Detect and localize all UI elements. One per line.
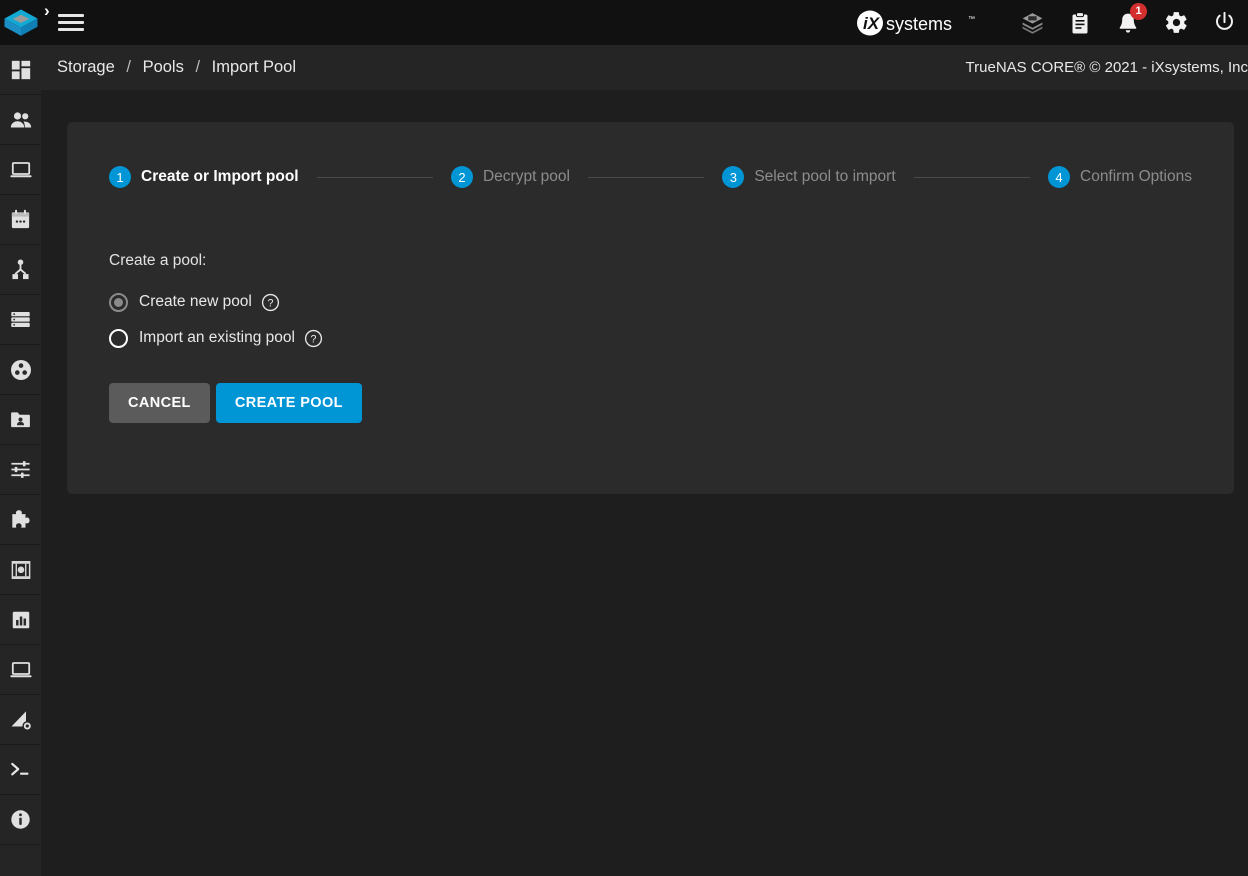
tasks-calendar-icon xyxy=(11,209,30,229)
clipboard-icon-button[interactable] xyxy=(1056,0,1104,45)
breadcrumb-item-pools[interactable]: Pools xyxy=(143,58,184,76)
sidebar-item-apps[interactable] xyxy=(0,695,41,745)
reporting-chart-icon xyxy=(12,611,29,628)
wizard-step-3-number: 3 xyxy=(722,166,745,188)
wizard-step-2[interactable]: 2 Decrypt pool xyxy=(450,166,570,188)
wizard-step-3[interactable]: 3 Select pool to import xyxy=(722,166,896,188)
sidebar-item-accounts[interactable] xyxy=(0,95,41,145)
radio-create-new-pool-control[interactable] xyxy=(109,292,128,312)
ixsystems-logo: iX systems ™ xyxy=(856,10,978,36)
cancel-button[interactable]: CANCEL xyxy=(109,383,210,423)
sidebar-item-guide[interactable] xyxy=(0,795,41,845)
settings-gear-button[interactable] xyxy=(1152,0,1200,45)
radio-create-new-pool[interactable]: Create new pool ? xyxy=(109,288,1189,316)
sidebar-item-system[interactable] xyxy=(0,145,41,195)
gear-icon xyxy=(1165,12,1187,33)
breadcrumb-item-storage[interactable]: Storage xyxy=(57,58,115,76)
radio-import-existing-pool[interactable]: Import an existing pool ? xyxy=(109,324,1189,352)
breadcrumb-bar: Storage / Pools / Import Pool TrueNAS CO… xyxy=(41,45,1248,90)
top-app-bar: › iX systems ™ 1 xyxy=(0,0,1248,45)
wizard-step-1[interactable]: 1 Create or Import pool xyxy=(109,166,299,188)
radio-import-existing-pool-control[interactable] xyxy=(109,328,128,348)
svg-text:?: ? xyxy=(310,333,316,345)
create-pool-button[interactable]: CREATE POOL xyxy=(215,383,362,423)
sidebar-item-directory-services[interactable] xyxy=(0,345,41,395)
wizard-step-4-number: 4 xyxy=(1048,166,1070,188)
truenas-logo-icon xyxy=(4,9,37,36)
sidebar-item-shell[interactable] xyxy=(0,745,41,795)
help-circle-icon: ? xyxy=(261,293,279,311)
wizard-actions: CANCEL CREATE POOL xyxy=(109,383,362,423)
primary-sidebar xyxy=(0,45,41,876)
storage-server-icon xyxy=(11,312,30,327)
layers-icon xyxy=(1022,13,1042,34)
sidebar-item-sharing[interactable] xyxy=(0,395,41,445)
wizard-step-3-label: Select pool to import xyxy=(754,168,896,185)
alerts-badge: 1 xyxy=(1130,3,1147,20)
wizard-step-4-label: Confirm Options xyxy=(1080,168,1192,185)
wizard-step-1-label: Create or Import pool xyxy=(141,168,299,185)
guide-info-icon xyxy=(11,810,30,829)
sidebar-item-services[interactable] xyxy=(0,445,41,495)
svg-text:™: ™ xyxy=(968,16,975,23)
jails-cage-icon xyxy=(11,560,30,579)
wizard-step-connector xyxy=(913,176,1030,178)
wizard-step-connector xyxy=(316,176,433,178)
shell-terminal-icon xyxy=(11,762,29,776)
dashboard-icon xyxy=(11,60,30,79)
directory-services-icon xyxy=(10,359,31,380)
power-button[interactable] xyxy=(1200,0,1248,45)
sidebar-item-tasks[interactable] xyxy=(0,195,41,245)
sidebar-item-dashboard[interactable] xyxy=(0,45,41,95)
create-pool-form: Create a pool: Create new pool ? Import … xyxy=(109,252,1189,360)
radio-import-existing-pool-label: Import an existing pool xyxy=(139,329,295,346)
services-sliders-icon xyxy=(11,461,30,478)
wizard-step-1-number: 1 xyxy=(109,166,131,188)
sidebar-item-reporting[interactable] xyxy=(0,595,41,645)
main-content: 1 Create or Import pool 2 Decrypt pool 3… xyxy=(41,90,1248,876)
menu-toggle-button[interactable] xyxy=(41,0,101,45)
svg-text:?: ? xyxy=(267,297,273,309)
help-circle-icon: ? xyxy=(304,329,323,347)
apps-gear-icon xyxy=(11,710,32,731)
help-icon[interactable]: ? xyxy=(304,329,323,348)
alerts-bell-button[interactable]: 1 xyxy=(1104,0,1152,45)
truenas-logo[interactable] xyxy=(0,0,41,45)
clipboard-icon xyxy=(1072,11,1088,33)
breadcrumb-separator: / xyxy=(126,58,131,76)
svg-text:iX: iX xyxy=(863,14,881,33)
sidebar-item-network[interactable] xyxy=(0,245,41,295)
chevron-right-icon[interactable]: › xyxy=(44,2,50,19)
sidebar-item-jails[interactable] xyxy=(0,545,41,595)
radio-create-new-pool-label: Create new pool xyxy=(139,293,252,310)
copyright-text: TrueNAS CORE® © 2021 - iXsystems, Inc xyxy=(965,59,1248,76)
layers-icon-button[interactable] xyxy=(1008,0,1056,45)
svg-text:systems: systems xyxy=(886,14,952,34)
sidebar-item-storage[interactable] xyxy=(0,295,41,345)
sharing-folder-icon xyxy=(11,412,30,428)
help-icon[interactable]: ? xyxy=(261,293,280,312)
breadcrumb: Storage / Pools / Import Pool xyxy=(57,58,296,77)
create-a-pool-label: Create a pool: xyxy=(109,252,207,269)
power-icon xyxy=(1215,11,1233,30)
wizard-step-2-number: 2 xyxy=(450,166,473,188)
radio-selected-dot xyxy=(114,297,123,307)
plugins-puzzle-icon xyxy=(11,509,30,528)
breadcrumb-separator: / xyxy=(195,58,201,76)
network-share-icon xyxy=(12,259,29,280)
virtual-machines-icon xyxy=(9,661,32,677)
sidebar-item-plugins[interactable] xyxy=(0,495,41,545)
sidebar-item-virtual-machines[interactable] xyxy=(0,645,41,695)
ixsystems-logo-icon: iX systems ™ xyxy=(857,10,975,35)
import-pool-wizard-card: 1 Create or Import pool 2 Decrypt pool 3… xyxy=(67,122,1234,494)
wizard-step-connector xyxy=(587,176,705,178)
wizard-step-2-label: Decrypt pool xyxy=(482,168,570,185)
system-laptop-icon xyxy=(9,161,32,177)
wizard-stepper: 1 Create or Import pool 2 Decrypt pool 3… xyxy=(67,162,1234,192)
accounts-people-icon xyxy=(10,111,31,127)
menu-icon xyxy=(58,10,84,35)
wizard-step-4[interactable]: 4 Confirm Options xyxy=(1048,166,1192,188)
breadcrumb-item-import-pool[interactable]: Import Pool xyxy=(212,58,296,76)
